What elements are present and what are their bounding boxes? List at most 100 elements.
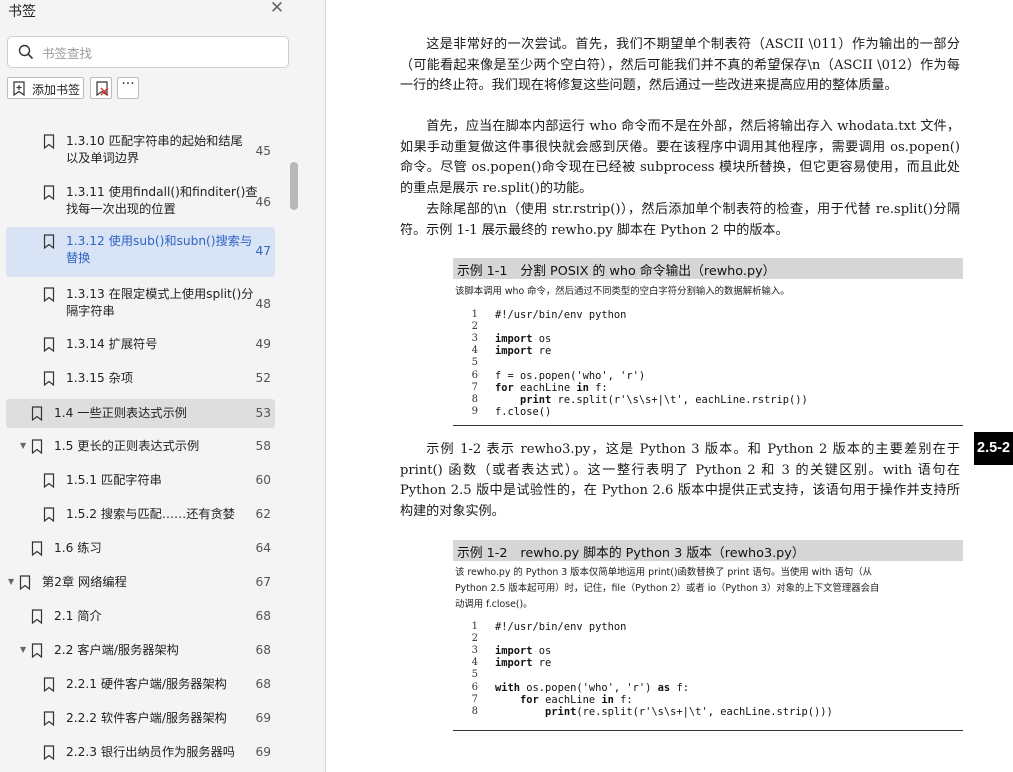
bookmark-page-number: 64: [255, 541, 271, 555]
bookmark-icon: [43, 234, 55, 249]
code-line-number: 2: [471, 633, 478, 645]
bookmark-item[interactable]: 1.5.1 匹配字符串 60: [6, 467, 275, 495]
bookmark-item[interactable]: 1.3.15 杂项 52: [6, 365, 275, 393]
code-line: import re: [495, 657, 552, 670]
bookmark-item[interactable]: 2.2.3 银行出纳员作为服务器吗 69: [6, 739, 275, 767]
bookmark-label: 1.5 更长的正则表达式示例: [54, 438, 199, 455]
bookmark-item[interactable]: 2.2.1 硬件客户端/服务器架构 68: [6, 671, 275, 699]
bookmark-item[interactable]: 1.3.10 匹配字符串的起始和结尾 以及单词边界 45: [6, 127, 275, 176]
code-line-number: 5: [471, 669, 478, 681]
bookmark-label: 2.2.3 银行出纳员作为服务器吗: [66, 744, 235, 761]
bookmark-icon: [43, 677, 55, 692]
example-2-rule: [453, 730, 963, 731]
bookmark-label-line: 第2章 网络编程: [42, 575, 127, 589]
bookmark-page-number: 67: [255, 575, 271, 589]
bookmark-label-line: 1.3.13 在限定模式上使用split()分: [66, 287, 254, 301]
close-icon[interactable]: ✕: [268, 0, 286, 18]
bookmark-label: 1.4 一些正则表达式示例: [54, 405, 187, 422]
bookmark-label: 1.5.2 搜索与匹配……还有贪婪: [66, 506, 235, 523]
bookmark-icon: [43, 745, 55, 760]
example-1-rule: [453, 425, 963, 426]
bookmark-item[interactable]: ▼ 1.5 更长的正则表达式示例 58: [6, 433, 275, 461]
bookmark-search-box[interactable]: [7, 36, 289, 68]
code-line-number: 6: [471, 681, 478, 693]
bookmark-label-line: 1.3.15 杂项: [66, 371, 134, 385]
code-line: #!/usr/bin/env python: [495, 621, 627, 633]
code-line-number: 6: [471, 369, 478, 381]
bookmark-page-number: 62: [255, 507, 271, 521]
bookmark-label: 2.1 简介: [54, 608, 102, 625]
code-line-number: 7: [471, 693, 478, 705]
code-line-number: 3: [471, 333, 478, 345]
bookmark-page-number: 68: [255, 677, 271, 691]
bookmark-item[interactable]: 1.3.11 使用findall()和finditer()查 找每一次出现的位置 4…: [6, 178, 275, 227]
add-bookmark-button[interactable]: 添加书签: [7, 77, 84, 99]
bookmark-label: 1.3.11 使用findall()和finditer()查 找每一次出现的位置: [66, 184, 258, 218]
example-1-header: 示例 1-1 分割 POSIX 的 who 命令输出（rewho.py）: [453, 258, 963, 279]
bookmark-search-input[interactable]: [42, 43, 282, 63]
expand-chevron-icon[interactable]: ▼: [20, 441, 30, 450]
bookmark-label-line: 2.2.2 软件客户端/服务器架构: [66, 711, 227, 725]
code-line-number: 1: [471, 621, 478, 632]
bookmark-label-line: 以及单词边界: [66, 151, 140, 165]
bookmark-item[interactable]: 1.3.12 使用sub()和subn()搜索与 替换 47: [6, 227, 275, 277]
bookmark-icon: [43, 473, 55, 488]
bookmark-item[interactable]: 1.4 一些正则表达式示例 53: [6, 399, 275, 428]
bookmark-icon: [43, 185, 55, 200]
bookmark-page-number: 47: [255, 244, 271, 258]
bookmark-page-number: 69: [255, 745, 271, 759]
bookmark-item[interactable]: 1.5.2 搜索与匹配……还有贪婪 62: [6, 501, 275, 529]
page-edge-tab: 2.5-2: [974, 432, 1013, 465]
bookmark-label-line: 隔字符串: [66, 304, 115, 318]
code-line: f = os.popen('who', 'r'): [495, 369, 646, 382]
bookmark-item[interactable]: 1.6 练习 64: [6, 535, 275, 563]
bookmark-item[interactable]: 2.2.2 软件客户端/服务器架构 69: [6, 705, 275, 733]
code-line: with os.popen('who', 'r') as f:: [495, 681, 689, 694]
more-options-button[interactable]: ···: [117, 76, 139, 99]
bookmark-list: 1.3.10 匹配字符串的起始和结尾 以及单词边界 45 1.3.11 使用finda…: [0, 121, 300, 772]
bookmark-label: 2.2.2 软件客户端/服务器架构: [66, 710, 227, 727]
bookmark-page-number: 49: [255, 337, 271, 351]
bookmark-label-line: 1.3.14 扩展符号: [66, 337, 158, 351]
bookmark-label: 2.2 客户端/服务器架构: [54, 642, 179, 659]
code-line-number: 8: [471, 705, 478, 717]
search-icon: [18, 44, 34, 60]
bookmark-label-line: 2.2.1 硬件客户端/服务器架构: [66, 677, 227, 691]
bookmark-item[interactable]: ▼ 2.2 客户端/服务器架构 68: [6, 637, 275, 665]
paragraph-2: 首先，应当在脚本内部运行 who 命令而不是在外部，然后将输出存入 whodat…: [400, 119, 960, 197]
expand-chevron-icon[interactable]: ▼: [8, 577, 18, 586]
code-line: print(re.split(r'\s\s+|\t', eachLine.str…: [545, 705, 833, 718]
code-line-number: 1: [471, 309, 478, 320]
bookmark-label: 1.3.12 使用sub()和subn()搜索与 替换: [66, 233, 252, 267]
bookmark-item[interactable]: 1.3.14 扩展符号 49: [6, 331, 275, 359]
example-1-title: 示例 1-1 分割 POSIX 的 who 命令输出（rewho.py）: [457, 264, 776, 279]
sidebar-scrollbar[interactable]: [290, 162, 298, 210]
code-line-number: 7: [471, 381, 478, 393]
bookmark-panel: 书签 ✕ 添加书签 ··· 1.3.10 匹配字符串的起: [0, 0, 326, 772]
bookmark-page-number: 45: [255, 143, 271, 158]
code-line-number: 3: [471, 645, 478, 657]
code-line: import os: [495, 645, 552, 658]
delete-bookmark-button[interactable]: [90, 77, 112, 99]
more-icon: ···: [121, 76, 135, 92]
bookmark-label: 1.6 练习: [54, 540, 102, 557]
code-line: import re: [495, 345, 552, 358]
bookmark-label-line: 1.5.2 搜索与匹配……还有贪婪: [66, 507, 235, 521]
bookmark-page-number: 68: [255, 609, 271, 623]
bookmark-label-line: 1.5.1 匹配字符串: [66, 473, 162, 487]
bookmark-item[interactable]: 1.3.13 在限定模式上使用split()分 隔字符串 48: [6, 280, 275, 329]
bookmark-icon: [43, 711, 55, 726]
example-2-description-line: Python 2.5 版本起可用）时，记住，file（Python 2）或者 i…: [455, 583, 880, 594]
code-line: print re.split(r'\s\s+|\t', eachLine.rst…: [520, 393, 808, 406]
bookmark-page-number: 58: [255, 439, 271, 453]
bookmark-label: 1.5.1 匹配字符串: [66, 472, 162, 489]
bookmark-label: 2.2.1 硬件客户端/服务器架构: [66, 676, 227, 693]
bookmark-page-number: 53: [255, 405, 271, 420]
code-line-number: 4: [471, 345, 478, 357]
expand-chevron-icon[interactable]: ▼: [20, 645, 30, 654]
bookmark-label: 1.3.13 在限定模式上使用split()分 隔字符串: [66, 286, 253, 320]
bookmark-item[interactable]: ▼ 第2章 网络编程 67: [6, 569, 275, 597]
bookmark-item[interactable]: 2.1 简介 68: [6, 603, 275, 631]
code-line: import os: [495, 333, 552, 346]
code-line: f.close(): [495, 405, 552, 418]
